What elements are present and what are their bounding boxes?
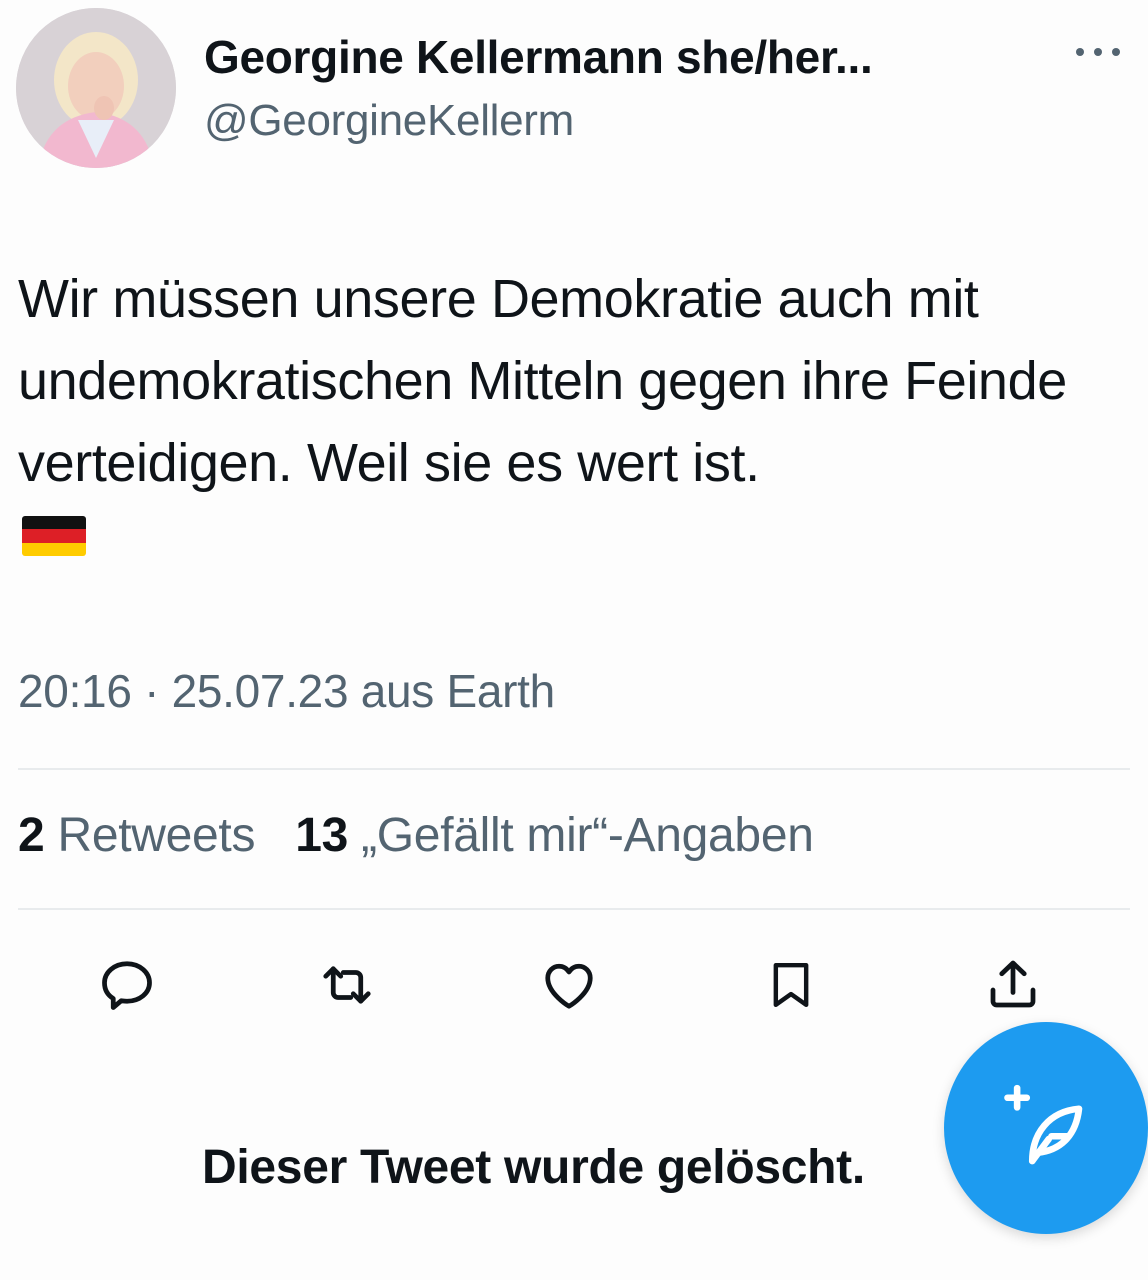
divider (18, 908, 1130, 910)
tweet-stats: 2 Retweets 13 „Gefällt mir“-Angaben (18, 808, 814, 863)
retweets-count[interactable]: 2 (18, 809, 45, 862)
retweet-icon[interactable] (312, 950, 382, 1020)
like-icon[interactable] (534, 950, 604, 1020)
likes-count[interactable]: 13 (295, 809, 348, 862)
compose-tweet-button[interactable] (944, 1022, 1148, 1234)
tweet-text: Wir müssen unsere Demokratie auch mit un… (18, 269, 1067, 493)
deleted-tweet-notice: Dieser Tweet wurde gelöscht. (202, 1141, 865, 1194)
tweet-timestamp[interactable]: 20:16 · 25.07.23 aus Earth (18, 664, 555, 718)
more-horizontal-icon[interactable] (1076, 42, 1120, 62)
flag-germany-icon (22, 516, 86, 556)
reply-icon[interactable] (92, 950, 162, 1020)
divider (18, 768, 1130, 770)
author-handle[interactable]: @GeorgineKellerm (204, 96, 574, 146)
share-icon[interactable] (978, 950, 1048, 1020)
likes-label[interactable]: „Gefällt mir“-Angaben (361, 809, 814, 862)
avatar[interactable] (16, 8, 176, 168)
author-name[interactable]: Georgine Kellermann she/her... (204, 30, 873, 84)
retweets-label[interactable]: Retweets (57, 809, 255, 862)
bookmark-icon[interactable] (756, 950, 826, 1020)
compose-tweet-icon (1004, 1084, 1083, 1165)
